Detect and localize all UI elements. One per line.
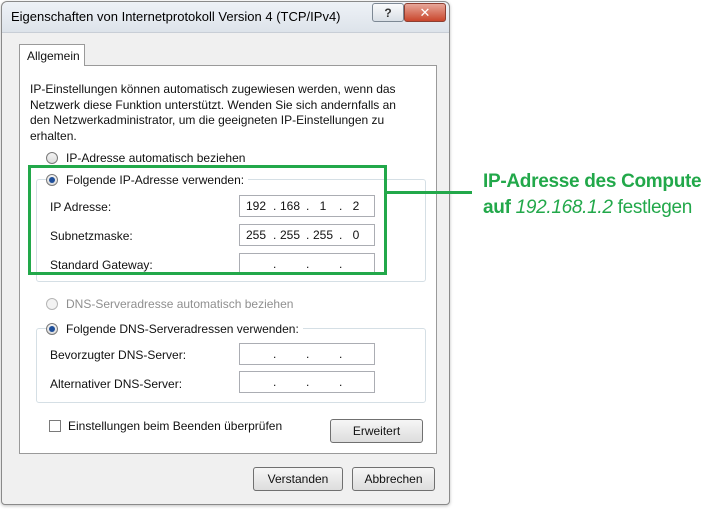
description-text: IP-Einstellungen können automatisch zuge… xyxy=(30,82,396,143)
ip-dot: . xyxy=(306,375,310,389)
dns-manual-label: Folgende DNS-Serveradressen verwenden: xyxy=(66,322,299,336)
annotation-callout: IP-Adresse des Computers auf 192.168.1.2… xyxy=(483,169,702,221)
annotation-connector-line xyxy=(386,191,472,194)
preferred-dns-input[interactable]: . . . xyxy=(239,343,375,365)
close-button[interactable]: ✕ xyxy=(404,3,446,22)
annotation-suffix: festlegen xyxy=(617,197,693,218)
tab-allgemein[interactable]: Allgemein xyxy=(19,44,85,66)
ip-dot: . xyxy=(306,347,310,361)
window-title: Eigenschaften von Internetprotokoll Vers… xyxy=(11,9,341,24)
dns-manual-option[interactable]: Folgende DNS-Serveradressen verwenden: xyxy=(46,322,303,336)
ip-auto-radio[interactable] xyxy=(46,152,58,164)
validate-option[interactable]: Einstellungen beim Beenden überprüfen xyxy=(49,419,282,433)
annotation-line-1: IP-Adresse des Computers xyxy=(483,171,702,192)
tab-label: Allgemein xyxy=(27,49,80,63)
ok-button[interactable]: Verstanden xyxy=(253,467,343,491)
ip-dot: . xyxy=(339,375,343,389)
preferred-dns-label: Bevorzugter DNS-Server: xyxy=(50,348,187,362)
advanced-button[interactable]: Erweitert xyxy=(330,419,423,443)
dns-manual-radio[interactable] xyxy=(46,323,58,335)
dns-auto-option[interactable]: DNS-Serveradresse automatisch beziehen xyxy=(46,297,293,311)
ip-dot: . xyxy=(273,375,277,389)
dns-auto-label: DNS-Serveradresse automatisch beziehen xyxy=(66,297,294,311)
annotation-ip: 192.168.1.2 xyxy=(515,197,613,218)
validate-label: Einstellungen beim Beenden überprüfen xyxy=(68,419,283,433)
title-bar: Eigenschaften von Internetprotokoll Vers… xyxy=(2,2,449,33)
ip-dot: . xyxy=(339,347,343,361)
validate-checkbox[interactable] xyxy=(49,420,61,432)
dns-auto-radio[interactable] xyxy=(46,298,58,310)
help-button[interactable]: ? xyxy=(372,3,404,22)
annotation-line-2: auf 192.168.1.2 festlegen xyxy=(483,195,701,221)
ip-dot: . xyxy=(273,347,277,361)
ip-auto-label: IP-Adresse automatisch beziehen xyxy=(66,151,246,165)
alternate-dns-label: Alternativer DNS-Server: xyxy=(50,377,183,391)
cancel-button[interactable]: Abbrechen xyxy=(352,467,435,491)
alternate-dns-input[interactable]: . . . xyxy=(239,371,375,393)
annotation-prefix: auf xyxy=(483,197,511,218)
ip-auto-option[interactable]: IP-Adresse automatisch beziehen xyxy=(46,151,245,165)
highlight-box xyxy=(28,165,387,275)
